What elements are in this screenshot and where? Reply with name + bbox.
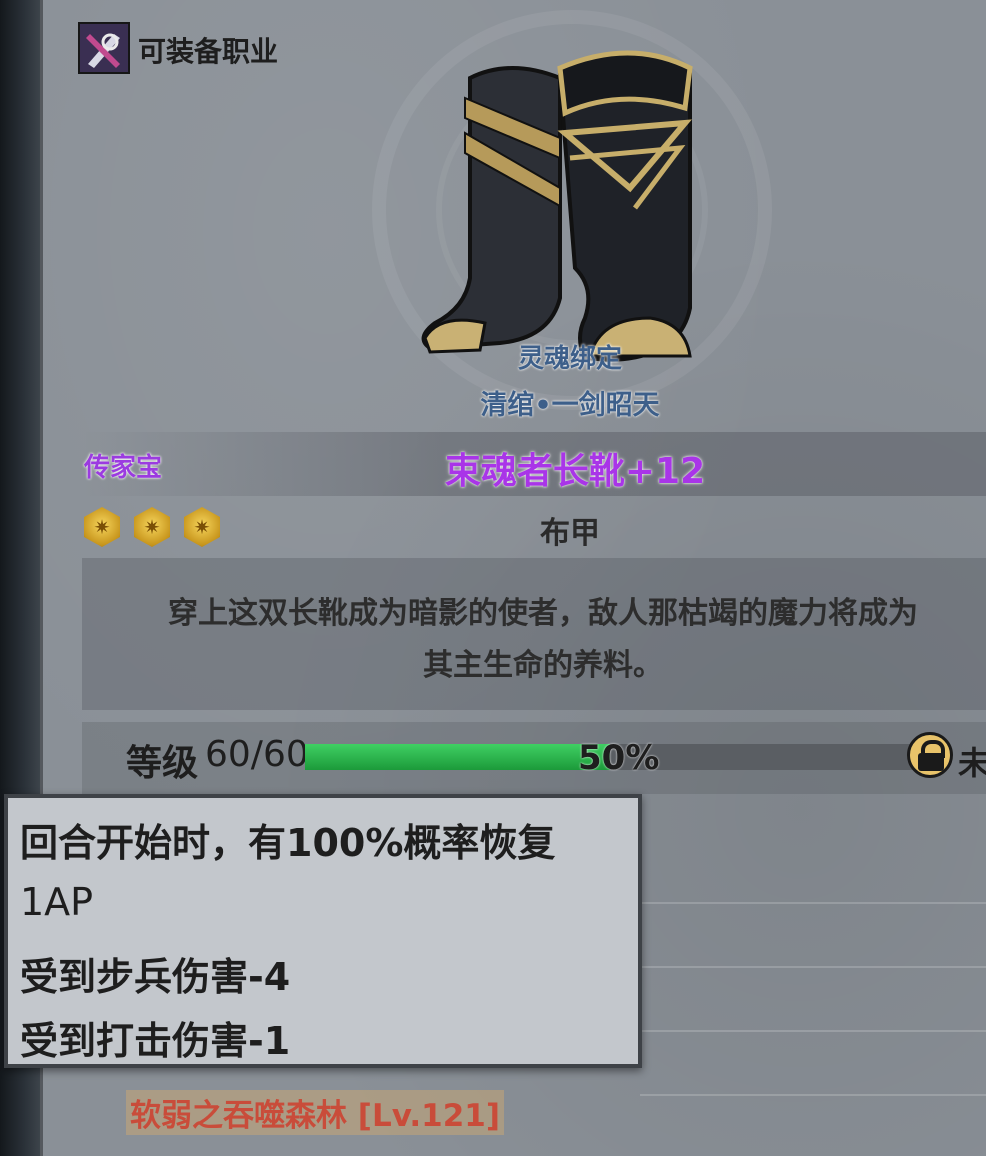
- item-source[interactable]: 软弱之吞噬森林 [Lv.121]: [126, 1090, 505, 1135]
- boots-icon: [410, 38, 710, 368]
- equippable-class-label: 可装备职业: [138, 35, 279, 68]
- item-name: 束魂者长靴+12: [444, 451, 706, 492]
- lock-status-text: 未: [958, 744, 986, 782]
- star-icon: ✷: [84, 507, 120, 547]
- tooltip-line-2: 1AP: [20, 880, 94, 924]
- tooltip-line-1: 回合开始时，有100%概率恢复: [20, 812, 555, 867]
- tooltip-line-1-text: 回合开始时，有100%概率恢复: [20, 821, 556, 865]
- lock-icon[interactable]: [907, 732, 953, 778]
- tooltip-line-4: 受到打击伤害-1: [20, 1019, 291, 1063]
- owner-name: 清绾•一剑昭天: [480, 390, 660, 421]
- class-icon[interactable]: [78, 22, 130, 74]
- soulbound-label: 灵魂绑定: [517, 344, 622, 374]
- item-description: 穿上这双长靴成为暗影的使者，敌人那枯竭的魔力将成为 其主生命的养料。: [100, 588, 986, 692]
- effect-tooltip: 回合开始时，有100%概率恢复 1AP 受到步兵伤害-4 受到打击伤害-1: [4, 794, 642, 1068]
- level-progress-fill: [305, 744, 610, 770]
- rarity-label: 传家宝: [84, 453, 163, 483]
- star-icon: ✷: [184, 507, 220, 547]
- description-line-2: 其主生命的养料。: [423, 648, 663, 683]
- level-label: 等级: [126, 743, 199, 784]
- level-progress-text: 50%: [578, 738, 660, 778]
- tooltip-line-3: 受到步兵伤害-4: [20, 955, 291, 999]
- armor-type: 布甲: [540, 516, 600, 551]
- level-value: 60/60: [205, 734, 309, 775]
- description-line-1: 穿上这双长靴成为暗影的使者，敌人那枯竭的魔力将成为: [168, 596, 918, 631]
- star-icon: ✷: [134, 507, 170, 547]
- stat-rows-background: [640, 840, 986, 1096]
- star-rating: ✷ ✷ ✷: [84, 507, 220, 547]
